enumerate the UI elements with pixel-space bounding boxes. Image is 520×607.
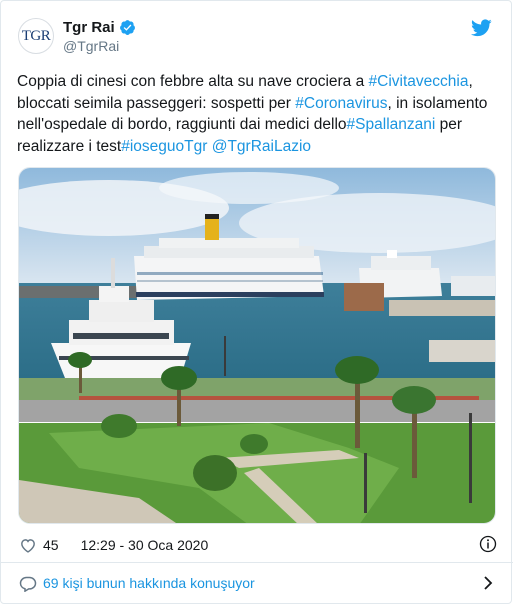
- harbor-cruise-ships-photo: [19, 168, 495, 523]
- timestamp[interactable]: 12:29 - 30 Oca 2020: [81, 537, 209, 553]
- divider: [1, 562, 513, 563]
- chevron-right-icon[interactable]: [483, 576, 493, 590]
- comment-icon: [19, 576, 37, 592]
- display-name[interactable]: Tgr Rai: [63, 19, 115, 36]
- tweet-card: TGR Tgr Rai @TgrRai Coppia di cinesi con…: [0, 0, 513, 604]
- conversation-link[interactable]: 69 kişi bunun hakkında konuşuyor: [19, 572, 497, 594]
- verified-badge-icon: [119, 20, 135, 35]
- info-icon[interactable]: [479, 535, 497, 553]
- heart-icon[interactable]: [19, 537, 37, 553]
- tweet-text-segment: Coppia di cinesi con febbre alta su nave…: [17, 73, 369, 90]
- tweet-photo[interactable]: [18, 167, 496, 524]
- tweet-meta-row: 45 12:29 - 30 Oca 2020: [19, 535, 497, 555]
- tweet-link[interactable]: #Coronavirus: [295, 95, 387, 112]
- tweet-link[interactable]: #Spallanzani: [347, 116, 436, 133]
- tweet-text: Coppia di cinesi con febbre alta su nave…: [17, 71, 501, 157]
- like-count[interactable]: 45: [43, 537, 59, 553]
- handle[interactable]: @TgrRai: [63, 38, 119, 54]
- tweet-link[interactable]: #ioseguoTgr: [121, 138, 207, 155]
- conversation-label[interactable]: 69 kişi bunun hakkında konuşuyor: [43, 575, 255, 591]
- tweet-link[interactable]: @TgrRaiLazio: [212, 138, 311, 155]
- avatar-logo-text: TGR: [21, 27, 51, 44]
- twitter-bird-icon[interactable]: [471, 19, 492, 37]
- tweet-link[interactable]: #Civitavecchia: [369, 73, 469, 90]
- author-name-row[interactable]: Tgr Rai: [63, 19, 136, 36]
- avatar[interactable]: TGR: [18, 18, 54, 54]
